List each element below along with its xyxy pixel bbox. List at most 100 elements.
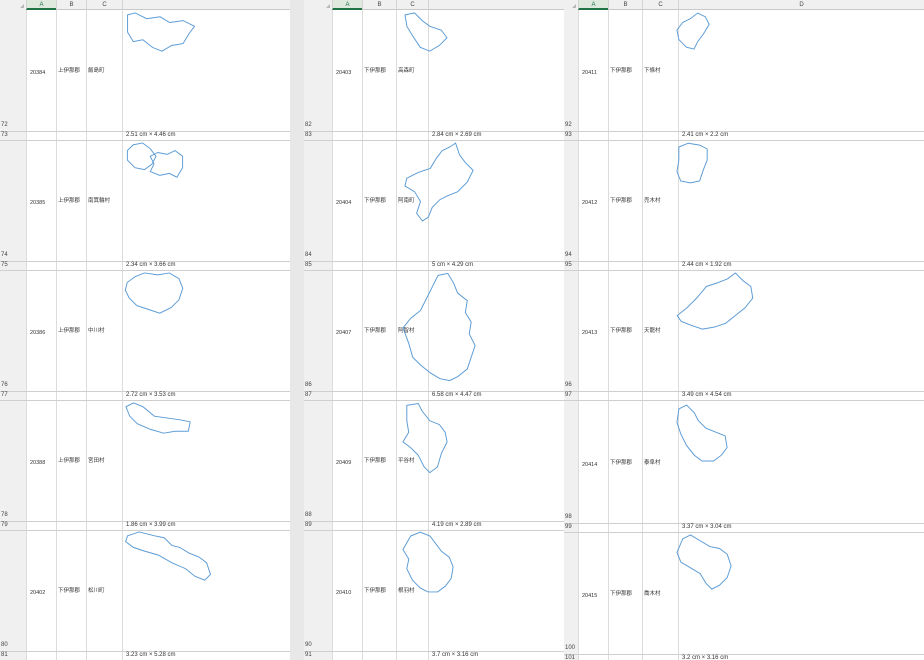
row-number[interactable]: 87 (305, 392, 312, 398)
cell-district[interactable]: 下伊那郡 (364, 586, 386, 594)
column-header-B[interactable]: B (362, 0, 396, 10)
cell-shape-size[interactable]: 2.34 cm × 3.66 cm (126, 262, 176, 268)
cell-district[interactable]: 下伊那郡 (610, 66, 632, 74)
municipality-outline-shape[interactable] (402, 142, 478, 226)
row-number[interactable]: 86 (305, 382, 312, 388)
cell-district[interactable]: 上伊那郡 (58, 326, 80, 334)
row-number[interactable]: 89 (305, 522, 312, 528)
row-number[interactable]: 72 (1, 122, 8, 128)
cell-district[interactable]: 下伊那郡 (364, 456, 386, 464)
cell-shape-size[interactable]: 2.84 cm × 2.69 cm (432, 132, 482, 138)
cell-code[interactable]: 20388 (30, 460, 45, 466)
cell-district[interactable]: 上伊那郡 (58, 196, 80, 204)
cell-district[interactable]: 下伊那郡 (610, 326, 632, 334)
cell-shape-size[interactable]: 3.2 cm × 3.16 cm (682, 655, 728, 660)
cell-shape-size[interactable]: 2.51 cm × 4.46 cm (126, 132, 176, 138)
row-number[interactable]: 82 (305, 122, 312, 128)
municipality-outline-shape[interactable] (124, 12, 200, 56)
column-header-C[interactable]: C (86, 0, 122, 10)
cell-shape-size[interactable]: 3.23 cm × 5.28 cm (126, 652, 176, 658)
cell-town[interactable]: 泰阜村 (644, 458, 661, 466)
cell-shape-size[interactable]: 2.41 cm × 2.2 cm (682, 132, 728, 138)
cell-code[interactable]: 20386 (30, 330, 45, 336)
cell-district[interactable]: 下伊那郡 (610, 458, 632, 466)
cell-town[interactable]: 宮田村 (88, 456, 105, 464)
municipality-outline-shape[interactable] (124, 272, 186, 318)
column-header-A[interactable]: A (578, 0, 608, 10)
row-number[interactable]: 96 (565, 382, 572, 388)
municipality-outline-shape[interactable] (402, 402, 450, 476)
municipality-outline-shape[interactable] (402, 272, 478, 384)
cell-shape-size[interactable]: 1.86 cm × 3.99 cm (126, 522, 176, 528)
cell-code[interactable]: 20409 (336, 460, 351, 466)
cell-town[interactable]: 中川村 (88, 326, 105, 334)
row-number[interactable]: 93 (565, 132, 572, 138)
cell-district[interactable]: 下伊那郡 (610, 589, 632, 597)
municipality-outline-shape[interactable] (124, 531, 216, 585)
cell-shape-size[interactable]: 4.19 cm × 2.89 cm (432, 522, 482, 528)
column-header-blank[interactable] (122, 0, 290, 10)
cell-code[interactable]: 20415 (582, 593, 597, 599)
cell-town[interactable]: 南箕輪村 (88, 196, 110, 204)
cell-district[interactable]: 下伊那郡 (364, 66, 386, 74)
pane-splitter[interactable] (290, 0, 304, 660)
column-header-B[interactable]: B (56, 0, 86, 10)
cell-shape-size[interactable]: 2.44 cm × 1.92 cm (682, 262, 732, 268)
cell-district[interactable]: 下伊那郡 (58, 586, 80, 594)
cell-code[interactable]: 20414 (582, 462, 597, 468)
row-number[interactable]: 75 (1, 262, 8, 268)
municipality-outline-shape[interactable] (676, 142, 710, 186)
cell-district[interactable]: 上伊那郡 (58, 456, 80, 464)
cell-code[interactable]: 20403 (336, 70, 351, 76)
row-number[interactable]: 81 (1, 652, 8, 658)
cell-shape-size[interactable]: 3.37 cm × 3.04 cm (682, 524, 732, 530)
cell-town[interactable]: 喬木村 (644, 589, 661, 597)
row-number[interactable]: 99 (565, 524, 572, 530)
municipality-outline-shape[interactable] (676, 534, 734, 592)
row-number[interactable]: 83 (305, 132, 312, 138)
row-number[interactable]: 92 (565, 122, 572, 128)
municipality-outline-shape[interactable] (402, 12, 450, 54)
row-number[interactable]: 91 (305, 652, 312, 658)
cell-shape-size[interactable]: 3.7 cm × 3.16 cm (432, 652, 478, 658)
cell-district[interactable]: 下伊那郡 (364, 196, 386, 204)
cell-town[interactable]: 下條村 (644, 66, 661, 74)
cell-district[interactable]: 下伊那郡 (610, 196, 632, 204)
row-number[interactable]: 94 (565, 252, 572, 258)
row-number[interactable]: 90 (305, 642, 312, 648)
row-number[interactable]: 85 (305, 262, 312, 268)
municipality-outline-shape[interactable] (676, 404, 730, 464)
cell-district[interactable]: 下伊那郡 (364, 326, 386, 334)
municipality-outline-shape[interactable] (402, 531, 456, 595)
column-header-B[interactable]: B (608, 0, 642, 10)
cell-town[interactable]: 天龍村 (644, 326, 661, 334)
row-number[interactable]: 80 (1, 642, 8, 648)
row-number[interactable]: 98 (565, 514, 572, 520)
cell-shape-size[interactable]: 2.72 cm × 3.53 cm (126, 392, 176, 398)
municipality-outline-shape[interactable] (676, 12, 712, 52)
cell-code[interactable]: 20410 (336, 590, 351, 596)
column-header-C[interactable]: C (396, 0, 428, 10)
cell-code[interactable]: 20385 (30, 200, 45, 206)
column-header-A[interactable]: A (26, 0, 56, 10)
cell-town[interactable]: 松川町 (88, 586, 105, 594)
row-number[interactable]: 79 (1, 522, 8, 528)
cell-code[interactable]: 20407 (336, 330, 351, 336)
row-number[interactable]: 100 (565, 645, 575, 651)
row-number[interactable]: 97 (565, 392, 572, 398)
cell-district[interactable]: 上伊那郡 (58, 66, 80, 74)
row-number[interactable]: 77 (1, 392, 8, 398)
cell-code[interactable]: 20404 (336, 200, 351, 206)
row-number[interactable]: 95 (565, 262, 572, 268)
row-number[interactable]: 76 (1, 382, 8, 388)
column-header-C[interactable]: C (642, 0, 678, 10)
cell-town[interactable]: 飯島町 (88, 66, 105, 74)
column-header-A[interactable]: A (332, 0, 362, 10)
cell-town[interactable]: 高森町 (398, 66, 415, 74)
cell-code[interactable]: 20412 (582, 200, 597, 206)
column-header-D[interactable]: D (678, 0, 924, 10)
cell-shape-size[interactable]: 5 cm × 4.29 cm (432, 262, 473, 268)
row-number[interactable]: 73 (1, 132, 8, 138)
cell-code[interactable]: 20411 (582, 70, 597, 76)
cell-shape-size[interactable]: 6.58 cm × 4.47 cm (432, 392, 482, 398)
